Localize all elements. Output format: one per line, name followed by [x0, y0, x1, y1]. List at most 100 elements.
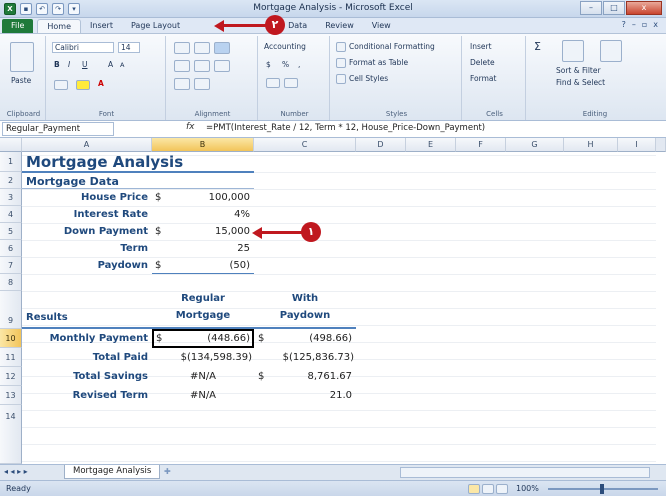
section-mortgage-data[interactable]: Mortgage Data: [26, 174, 119, 189]
column-header-g[interactable]: G: [506, 138, 564, 152]
delete-cells-button[interactable]: Delete: [470, 58, 495, 67]
decrease-decimal-icon[interactable]: [284, 78, 298, 88]
value-total-regular[interactable]: $(134,598.39): [152, 348, 252, 367]
row-header-9[interactable]: 9: [0, 291, 22, 329]
formula-input[interactable]: =PMT(Interest_Rate / 12, Term * 12, Hous…: [206, 123, 485, 133]
ribbon-minimize-button[interactable]: –: [632, 20, 636, 29]
tab-review[interactable]: Review: [316, 19, 363, 33]
value-monthly-paydown[interactable]: (498.66): [254, 329, 352, 348]
column-header-d[interactable]: D: [356, 138, 406, 152]
row-header-12[interactable]: 12: [0, 367, 22, 386]
tab-home[interactable]: Home: [37, 19, 82, 33]
label-monthly-payment[interactable]: Monthly Payment: [22, 329, 148, 348]
label-house-price[interactable]: House Price: [22, 189, 148, 206]
underline-button[interactable]: U: [82, 60, 88, 69]
shrink-font-button[interactable]: A: [120, 61, 124, 69]
label-paydown[interactable]: Paydown: [22, 257, 148, 274]
align-bottom-icon[interactable]: [214, 42, 230, 54]
vertical-scrollbar[interactable]: [656, 138, 666, 152]
row-header-10[interactable]: 10: [0, 329, 22, 348]
select-all-corner[interactable]: [0, 138, 22, 152]
italic-button[interactable]: I: [68, 60, 70, 69]
row-header-11[interactable]: 11: [0, 348, 22, 367]
find-select-button[interactable]: Find & Select: [556, 78, 605, 87]
column-header-e[interactable]: E: [406, 138, 456, 152]
sheet-tab-mortgage-analysis[interactable]: Mortgage Analysis: [64, 465, 161, 479]
label-total-paid[interactable]: Total Paid: [22, 348, 148, 367]
autosum-button[interactable]: Σ: [534, 40, 541, 53]
label-down-payment[interactable]: Down Payment: [22, 223, 148, 240]
normal-view-icon[interactable]: [468, 484, 480, 494]
header-with-line2[interactable]: Paydown: [254, 310, 356, 321]
zoom-level[interactable]: 100%: [516, 484, 539, 493]
insert-function-button[interactable]: fx: [186, 122, 195, 132]
zoom-slider-thumb[interactable]: [600, 484, 604, 494]
row-header-1[interactable]: 1: [0, 152, 22, 172]
column-header-f[interactable]: F: [456, 138, 506, 152]
column-header-h[interactable]: H: [564, 138, 618, 152]
label-interest-rate[interactable]: Interest Rate: [22, 206, 148, 223]
tab-view[interactable]: View: [363, 19, 400, 33]
sort-filter-button[interactable]: Sort & Filter: [556, 66, 601, 75]
section-results[interactable]: Results: [26, 312, 68, 323]
insert-cells-button[interactable]: Insert: [470, 42, 492, 51]
orientation-icon[interactable]: [194, 78, 210, 90]
align-center-icon[interactable]: [194, 60, 210, 72]
value-down-payment[interactable]: 15,000: [152, 223, 250, 240]
worksheet-grid[interactable]: A B C D E F G H I 1 2 3 4 5 6 7 8 9 10 1…: [0, 138, 666, 464]
row-header-7[interactable]: 7: [0, 257, 22, 274]
align-right-icon[interactable]: [214, 60, 230, 72]
value-monthly-regular[interactable]: (448.66): [152, 329, 250, 348]
font-name-select[interactable]: Calibri: [52, 42, 114, 53]
horizontal-scrollbar[interactable]: [400, 467, 650, 478]
row-header-2[interactable]: 2: [0, 172, 22, 189]
header-with-line1[interactable]: With: [254, 293, 356, 304]
header-regular-line2[interactable]: Mortgage: [152, 310, 254, 321]
header-regular-line1[interactable]: Regular: [152, 293, 254, 304]
format-table-icon[interactable]: [336, 58, 346, 68]
tab-page-layout[interactable]: Page Layout: [122, 19, 189, 33]
row-header-14[interactable]: 14: [0, 405, 22, 464]
page-break-view-icon[interactable]: [496, 484, 508, 494]
label-term[interactable]: Term: [22, 240, 148, 257]
currency-button[interactable]: $: [266, 60, 271, 69]
value-savings-regular[interactable]: #N/A: [152, 367, 254, 386]
value-revised-regular[interactable]: #N/A: [152, 386, 254, 405]
row-header-4[interactable]: 4: [0, 206, 22, 223]
paste-label[interactable]: Paste: [11, 76, 31, 85]
row-header-6[interactable]: 6: [0, 240, 22, 257]
fill-color-icon[interactable]: [76, 80, 90, 90]
number-format-select[interactable]: Accounting: [264, 42, 306, 51]
restore-window-button[interactable]: ▫: [642, 20, 647, 29]
align-middle-icon[interactable]: [194, 42, 210, 54]
format-cells-button[interactable]: Format: [470, 74, 496, 83]
format-as-table-button[interactable]: Format as Table: [349, 58, 408, 67]
indent-icon[interactable]: [174, 78, 190, 90]
align-left-icon[interactable]: [174, 60, 190, 72]
value-revised-paydown[interactable]: 21.0: [254, 386, 352, 405]
bold-button[interactable]: B: [54, 60, 60, 69]
cell-styles-icon[interactable]: [336, 74, 346, 84]
percent-button[interactable]: %: [282, 60, 289, 69]
value-house-price[interactable]: 100,000: [152, 189, 250, 206]
row-header-13[interactable]: 13: [0, 386, 22, 405]
cell-styles-button[interactable]: Cell Styles: [349, 74, 388, 83]
value-interest-rate[interactable]: 4%: [152, 206, 250, 223]
close-button[interactable]: x: [626, 1, 662, 15]
tab-file[interactable]: File: [2, 19, 34, 33]
value-total-paydown[interactable]: $(125,836.73): [254, 348, 354, 367]
value-paydown[interactable]: (50): [152, 257, 250, 274]
maximize-button[interactable]: □: [603, 1, 625, 15]
increase-decimal-icon[interactable]: [266, 78, 280, 88]
page-layout-view-icon[interactable]: [482, 484, 494, 494]
row-header-5[interactable]: 5: [0, 223, 22, 240]
sort-filter-icon[interactable]: [562, 40, 584, 62]
paste-icon[interactable]: [10, 42, 34, 72]
font-size-select[interactable]: 14: [118, 42, 140, 53]
value-savings-paydown[interactable]: 8,761.67: [254, 367, 352, 386]
sheet-title[interactable]: Mortgage Analysis: [26, 152, 183, 172]
insert-sheet-icon[interactable]: ✚: [164, 467, 171, 476]
label-revised-term[interactable]: Revised Term: [22, 386, 148, 405]
tab-insert[interactable]: Insert: [81, 19, 122, 33]
close-workbook-button[interactable]: x: [653, 20, 658, 29]
